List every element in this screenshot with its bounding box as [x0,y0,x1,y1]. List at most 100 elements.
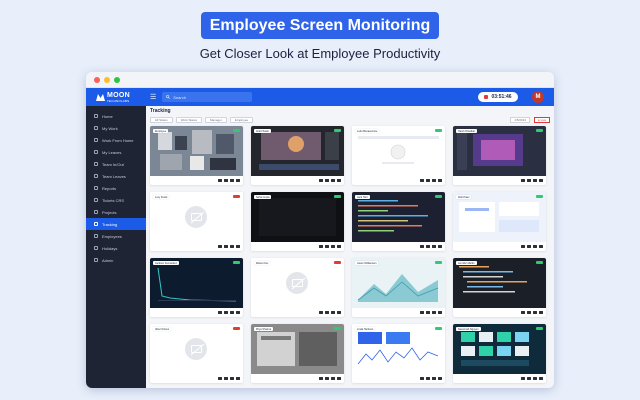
employee-screen-card[interactable]: Jennifer Martin [453,258,546,317]
keyboard-icon[interactable] [325,245,329,248]
clock-icon[interactable] [438,245,442,248]
employee-screen-card[interactable]: Savannah Nguyen [453,324,546,383]
user-avatar[interactable]: M [532,91,544,103]
mouse-icon[interactable] [331,311,335,314]
employee-screen-card[interactable]: Ludo Bonaventure [352,126,445,185]
sidebar-item-holidays[interactable]: Holidays [86,242,146,254]
keyboard-icon[interactable] [224,245,228,248]
mouse-icon[interactable] [230,311,234,314]
employee-filter[interactable]: Employee [229,117,254,123]
employee-screen-card[interactable]: Jason Williamson [352,258,445,317]
mouse-icon[interactable] [432,377,436,380]
clock-icon[interactable] [539,179,543,182]
keyboard-icon[interactable] [527,311,531,314]
clock-icon[interactable] [539,377,543,380]
sidebar-item-my-leaves[interactable]: My Leaves [86,146,146,158]
screenshot-thumbnail[interactable] [352,324,445,374]
clock-icon[interactable] [236,179,240,182]
keyboard-icon[interactable] [426,179,430,182]
clock-icon[interactable] [337,179,341,182]
screenshot-thumbnail[interactable] [251,126,344,176]
sidebar-item-projects[interactable]: Projects [86,206,146,218]
date-picker[interactable]: 1/5/2024 [510,117,530,123]
employee-screen-card[interactable]: Employee [150,126,243,185]
keyboard-icon[interactable] [426,377,430,380]
camera-icon[interactable] [319,377,323,380]
clock-icon[interactable] [337,377,341,380]
close-window-button[interactable] [94,76,100,83]
keyboard-icon[interactable] [527,179,531,182]
mouse-icon[interactable] [331,245,335,248]
employee-screen-card[interactable]: Linda Harrison [352,324,445,383]
screenshot-thumbnail[interactable] [352,258,445,308]
employee-screen-card[interactable]: Priya Sharma [251,324,344,383]
keyboard-icon[interactable] [426,245,430,248]
camera-icon[interactable] [218,311,222,314]
screenshot-thumbnail[interactable] [251,324,344,374]
camera-icon[interactable] [420,179,424,182]
sidebar-item-team-in-out[interactable]: Team In/Out [86,158,146,170]
search-input[interactable]: Search [162,92,253,102]
clock-icon[interactable] [236,245,240,248]
camera-icon[interactable] [420,245,424,248]
sidebar-item-my-work[interactable]: My Work [86,122,146,134]
sidebar-item-tracking[interactable]: Tracking [86,218,146,230]
sidebar-item-work-from-home[interactable]: Work From Home [86,134,146,146]
camera-icon[interactable] [218,179,222,182]
camera-icon[interactable] [521,245,525,248]
sidebar-item-tickets[interactable]: Tickets CRS [86,194,146,206]
clock-icon[interactable] [539,311,543,314]
camera-icon[interactable] [420,377,424,380]
sidebar-item-reports[interactable]: Reports [86,182,146,194]
camera-icon[interactable] [521,377,525,380]
mouse-icon[interactable] [533,245,537,248]
screenshot-thumbnail[interactable] [453,126,546,176]
screenshot-thumbnail[interactable] [251,258,344,308]
mouse-icon[interactable] [533,377,537,380]
keyboard-icon[interactable] [224,377,228,380]
keyboard-icon[interactable] [325,311,329,314]
hamburger-menu-icon[interactable]: ☰ [150,93,156,101]
employee-screen-card[interactable]: Jackson Fernandez [150,258,243,317]
keyboard-icon[interactable] [527,377,531,380]
mouse-icon[interactable] [432,245,436,248]
screenshot-thumbnail[interactable] [352,126,445,176]
keyboard-icon[interactable] [224,179,228,182]
camera-icon[interactable] [521,179,525,182]
camera-icon[interactable] [218,377,222,380]
screenshot-thumbnail[interactable] [150,324,243,374]
keyboard-icon[interactable] [527,245,531,248]
screenshot-thumbnail[interactable] [150,126,243,176]
clock-icon[interactable] [438,179,442,182]
clock-icon[interactable] [337,245,341,248]
employee-screen-card[interactable]: Neha Gupta [251,192,344,251]
mouse-icon[interactable] [331,377,335,380]
live-button[interactable]: ● Live [534,117,550,123]
status-filter[interactable]: All Status [150,117,173,123]
keyboard-icon[interactable] [426,311,430,314]
camera-icon[interactable] [420,311,424,314]
screenshot-thumbnail[interactable] [352,192,445,242]
sidebar-item-employees[interactable]: Employees [86,230,146,242]
sidebar-item-team-leaves[interactable]: Team Leaves [86,170,146,182]
mouse-icon[interactable] [230,245,234,248]
mouse-icon[interactable] [533,179,537,182]
mouse-icon[interactable] [230,377,234,380]
work-timer[interactable]: 03:51:46 [478,92,518,102]
sidebar-item-home[interactable]: Home [86,110,146,122]
mouse-icon[interactable] [533,311,537,314]
employee-screen-card[interactable]: Lucy Frank [150,192,243,251]
screenshot-thumbnail[interactable] [453,324,546,374]
mouse-icon[interactable] [432,179,436,182]
clock-icon[interactable] [236,311,240,314]
camera-icon[interactable] [319,311,323,314]
clock-icon[interactable] [438,311,442,314]
employee-screen-card[interactable]: Dixit Patel [453,192,546,251]
maximize-window-button[interactable] [114,76,120,83]
sidebar-item-admin[interactable]: Admin [86,254,146,266]
camera-icon[interactable] [521,311,525,314]
keyboard-icon[interactable] [325,377,329,380]
clock-icon[interactable] [539,245,543,248]
clock-icon[interactable] [438,377,442,380]
clock-icon[interactable] [236,377,240,380]
